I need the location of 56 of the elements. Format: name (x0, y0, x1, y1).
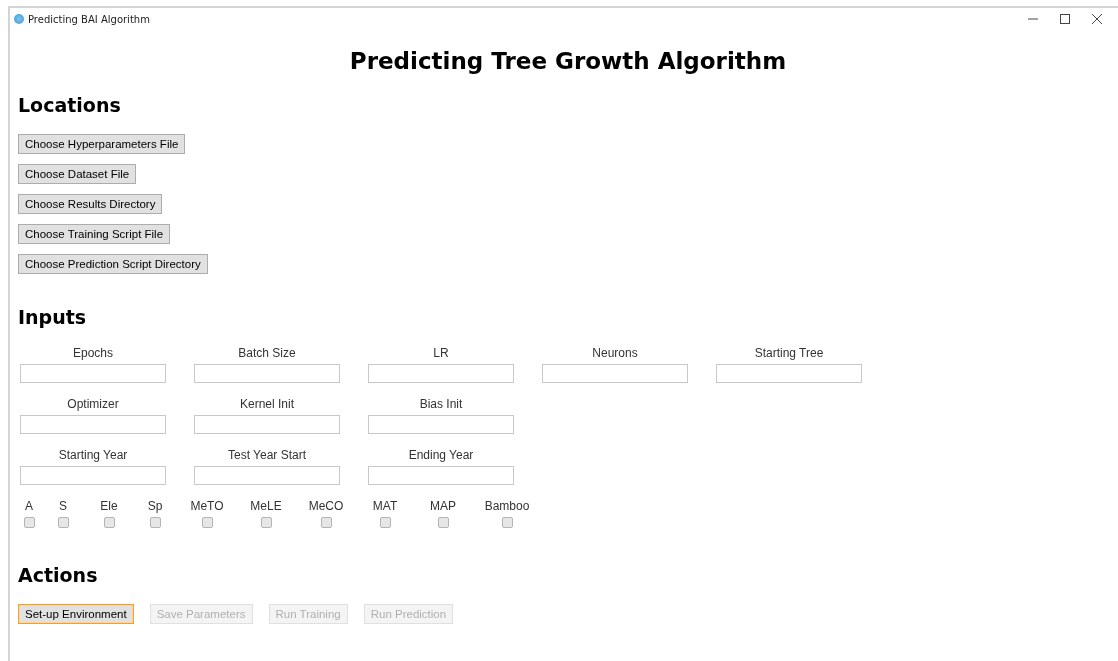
input-field[interactable] (194, 415, 340, 434)
input-field[interactable] (368, 415, 514, 434)
choose-button[interactable]: Choose Training Script File (18, 224, 171, 244)
window-title: Predicting BAI Algorithm (28, 13, 150, 25)
field-label: Starting Year (58, 448, 128, 462)
choose-button[interactable]: Choose Results Directory (18, 194, 163, 214)
checkbox[interactable] (379, 517, 391, 528)
checkbox-label: A (25, 499, 33, 513)
checkbox[interactable] (320, 517, 332, 528)
checkbox[interactable] (201, 517, 213, 528)
field-label: Batch Size (238, 346, 296, 360)
field-label: LR (433, 346, 449, 360)
checkbox-label: MAP (430, 499, 456, 513)
input-field[interactable] (542, 364, 688, 383)
field-label: Optimizer (67, 397, 119, 411)
input-field[interactable] (20, 364, 166, 383)
maximize-icon[interactable] (1060, 14, 1070, 24)
checkbox[interactable] (57, 517, 69, 528)
section-heading: Locations (18, 94, 122, 116)
checkbox-label: MAT (372, 499, 398, 513)
app-icon (14, 14, 24, 24)
input-field[interactable] (368, 466, 514, 485)
field-label: Epochs (73, 346, 113, 360)
section-heading: Inputs (18, 306, 88, 328)
checkbox-label: Ele (100, 499, 118, 513)
checkbox-label: MeCO (308, 499, 344, 513)
field-label: Kernel Init (240, 397, 294, 411)
checkbox[interactable] (260, 517, 272, 528)
field-label: Test Year Start (227, 448, 306, 462)
choose-button[interactable]: Choose Dataset File (18, 164, 137, 184)
page-heading: Predicting Tree Growth Algorithm (348, 48, 788, 74)
checkbox[interactable] (103, 517, 115, 528)
field-label: Starting Tree (754, 346, 824, 360)
checkbox-label: MeTO (190, 499, 224, 513)
checkbox[interactable] (501, 517, 513, 528)
checkbox-label: MeLE (250, 499, 282, 513)
checkbox[interactable] (23, 517, 35, 528)
input-field[interactable] (194, 466, 340, 485)
checkbox[interactable] (149, 517, 161, 528)
input-field[interactable] (368, 364, 514, 383)
input-field[interactable] (20, 466, 166, 485)
checkbox-label: S (59, 499, 67, 513)
input-field[interactable] (194, 364, 340, 383)
choose-button[interactable]: Choose Prediction Script Directory (18, 254, 208, 274)
choose-button[interactable]: Choose Hyperparameters File (18, 134, 186, 154)
field-label: Ending Year (408, 448, 474, 462)
input-field[interactable] (716, 364, 862, 383)
action-button[interactable]: Set-up Environment (18, 604, 134, 624)
checkbox-label: Bamboo (484, 499, 530, 513)
checkbox-label: Sp (147, 499, 163, 513)
section-heading: Actions (18, 564, 99, 586)
checkbox[interactable] (437, 517, 449, 528)
input-field[interactable] (20, 415, 166, 434)
close-icon[interactable] (1092, 14, 1102, 24)
field-label: Neurons (592, 346, 638, 360)
field-label: Bias Init (419, 397, 463, 411)
